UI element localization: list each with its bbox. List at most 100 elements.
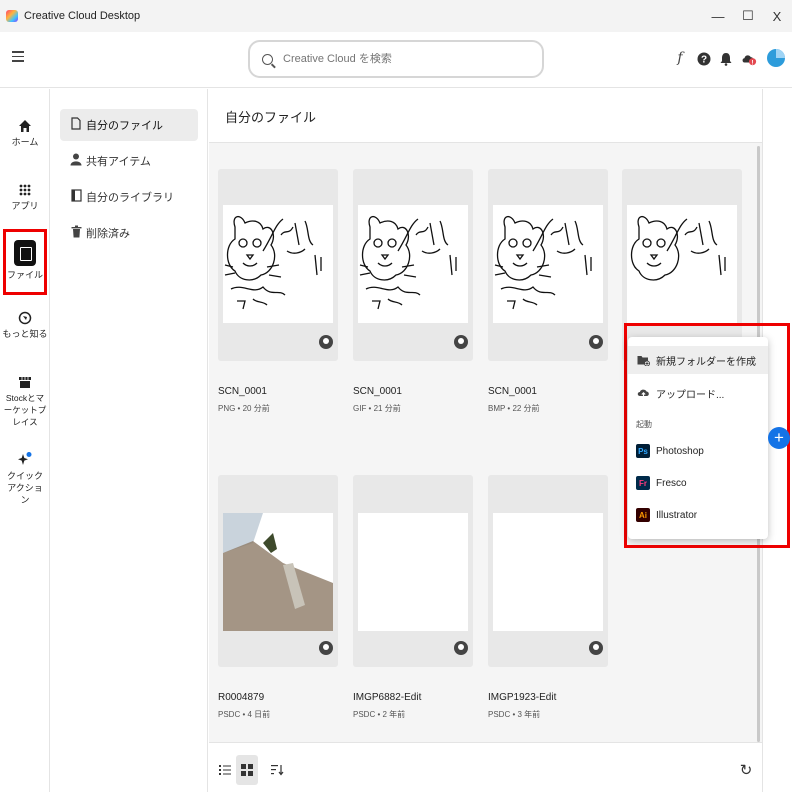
- title-bar: Creative Cloud Desktop — ☐ X: [0, 0, 792, 32]
- rail-item-files[interactable]: ファイル: [0, 236, 50, 281]
- avatar[interactable]: [767, 49, 785, 67]
- file-name: SCN_0001: [353, 386, 402, 397]
- rail-item-label: アプリ: [11, 201, 39, 211]
- file-card[interactable]: R0004879 PSDC • 4 日前: [218, 475, 338, 720]
- rail-item-label: クイックアクション: [6, 471, 43, 505]
- search-input[interactable]: [283, 53, 513, 65]
- files-icon: [14, 240, 36, 266]
- photoshop-icon: Ps: [636, 444, 650, 458]
- person-icon: [66, 153, 86, 169]
- list-view-icon: [219, 765, 231, 775]
- list-view-button[interactable]: [214, 755, 236, 785]
- sort-icon: [270, 765, 283, 776]
- subnav-item-label: 自分のファイル: [86, 120, 163, 132]
- discover-icon: [18, 311, 32, 325]
- sketch-image: [358, 205, 468, 323]
- upload-cloud-icon: [636, 386, 650, 400]
- cloud-sync-icon: [589, 641, 603, 655]
- file-meta: PSDC • 2 年前: [353, 710, 406, 719]
- file-card[interactable]: SCN_0001 BMP • 22 分前: [488, 169, 608, 414]
- file-card[interactable]: IMGP1923-Edit PSDC • 3 年前: [488, 475, 608, 720]
- cloud-sync-alert-icon[interactable]: !: [741, 51, 757, 67]
- grid-view-icon: [241, 764, 253, 776]
- file-card[interactable]: SCN_0001 GIF • 21 分前: [353, 169, 473, 414]
- new-folder-icon: [636, 353, 650, 367]
- subnav-item-label: 削除済み: [86, 228, 130, 240]
- file-card[interactable]: SCN_0001 PNG • 20 分前: [218, 169, 338, 414]
- document-icon: [66, 117, 86, 133]
- file-name: IMGP6882-Edit: [353, 692, 422, 703]
- subnav-item-label: 共有アイテム: [86, 156, 151, 168]
- file-thumbnail[interactable]: [488, 169, 608, 361]
- menu-item-label: 新規フォルダーを作成: [656, 356, 756, 368]
- help-icon[interactable]: ?: [696, 51, 712, 67]
- menu-item-label: Fresco: [656, 477, 687, 489]
- rail-item-apps[interactable]: アプリ: [0, 183, 50, 212]
- creative-cloud-logo-icon: [6, 10, 18, 22]
- rail-item-discover[interactable]: もっと知る: [0, 311, 50, 340]
- file-name: SCN_0001: [488, 386, 537, 397]
- file-thumbnail[interactable]: [218, 475, 338, 667]
- menu-item-upload[interactable]: アップロード...: [628, 379, 768, 407]
- create-menu: 新規フォルダーを作成 アップロード... 起動 Ps Photoshop Fr …: [628, 337, 768, 539]
- minimize-button[interactable]: —: [703, 0, 733, 32]
- file-name: R0004879: [218, 692, 265, 703]
- menu-item-new-folder[interactable]: 新規フォルダーを作成: [628, 346, 768, 374]
- subnav-item-deleted[interactable]: 削除済み: [60, 217, 198, 249]
- subnav-item-my-files[interactable]: 自分のファイル: [60, 109, 198, 141]
- search-box[interactable]: [248, 40, 544, 78]
- file-thumbnail[interactable]: [488, 475, 608, 667]
- file-thumbnail[interactable]: [353, 169, 473, 361]
- menu-item-fresco[interactable]: Fr Fresco: [628, 469, 768, 497]
- cloud-sync-icon: [319, 335, 333, 349]
- subnav-item-libraries[interactable]: 自分のライブラリ: [60, 181, 198, 213]
- fresco-icon: Fr: [636, 476, 650, 490]
- home-icon: [19, 120, 31, 132]
- subnav-item-shared[interactable]: 共有アイテム: [60, 145, 198, 177]
- photo-image: [493, 513, 603, 631]
- menu-item-illustrator[interactable]: Ai Illustrator: [628, 501, 768, 529]
- rail-item-label: Stockとマーケットプレイス: [3, 393, 47, 427]
- refresh-button[interactable]: ↻: [735, 755, 757, 785]
- file-thumbnail[interactable]: [218, 169, 338, 361]
- maximize-button[interactable]: ☐: [733, 0, 763, 32]
- notifications-bell-icon[interactable]: [718, 51, 734, 67]
- menu-item-label: Photoshop: [656, 445, 704, 457]
- file-thumbnail[interactable]: [353, 475, 473, 667]
- rail-item-quick-actions[interactable]: クイックアクション: [0, 451, 50, 506]
- cloud-sync-icon: [319, 641, 333, 655]
- close-button[interactable]: X: [762, 0, 792, 32]
- illustrator-icon: Ai: [636, 508, 650, 522]
- apps-grid-icon: [19, 184, 31, 196]
- subnav-item-label: 自分のライブラリ: [86, 192, 174, 204]
- sort-button[interactable]: [266, 755, 288, 785]
- fonts-icon[interactable]: f: [672, 50, 688, 66]
- grid-view-button[interactable]: [236, 755, 258, 785]
- hamburger-menu-icon[interactable]: [12, 51, 24, 62]
- file-card[interactable]: IMGP6882-Edit PSDC • 2 年前: [353, 475, 473, 720]
- file-name: IMGP1923-Edit: [488, 692, 557, 703]
- trash-icon: [66, 225, 86, 241]
- files-subnav: 自分のファイル 共有アイテム 自分のライブラリ 削除済み: [51, 89, 208, 792]
- rail-item-stock[interactable]: Stockとマーケットプレイス: [0, 375, 50, 428]
- cloud-sync-icon: [454, 335, 468, 349]
- photo-image: [358, 513, 468, 631]
- file-meta: GIF • 21 分前: [353, 404, 401, 413]
- page-title: 自分のファイル: [209, 89, 762, 143]
- cloud-sync-icon: [589, 335, 603, 349]
- menu-item-label: アップロード...: [656, 389, 725, 401]
- add-button[interactable]: +: [768, 427, 790, 449]
- rail-item-home[interactable]: ホーム: [0, 119, 50, 148]
- left-rail: ホーム アプリ ファイル もっと知る Stockとマーケットプレイス クイックア…: [0, 89, 50, 792]
- file-meta: PNG • 20 分前: [218, 404, 270, 413]
- cloud-alert-badge: !: [752, 59, 754, 66]
- rail-item-label: もっと知る: [2, 329, 48, 339]
- menu-item-photoshop[interactable]: Ps Photoshop: [628, 437, 768, 465]
- window-title: Creative Cloud Desktop: [24, 10, 141, 22]
- file-name: SCN_0001: [218, 386, 267, 397]
- menu-item-label: Illustrator: [656, 509, 698, 521]
- bottom-toolbar: ↻: [209, 742, 762, 792]
- quick-actions-icon: [18, 452, 32, 465]
- stock-store-icon: [19, 377, 31, 388]
- search-icon: [262, 53, 273, 65]
